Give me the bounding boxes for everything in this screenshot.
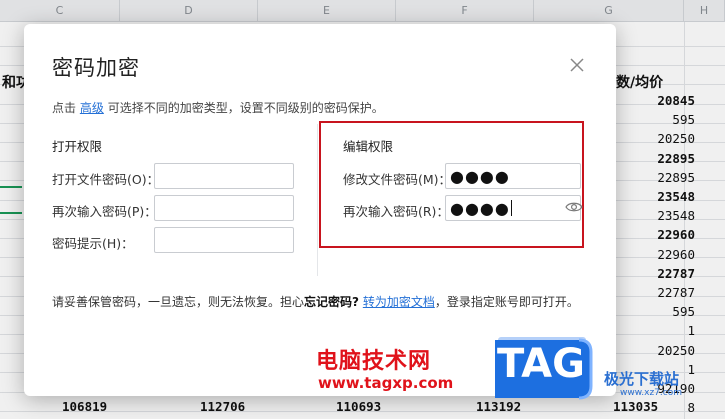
edit-confirm-value: ●●●● bbox=[450, 199, 510, 218]
convert-encrypted-doc-link[interactable]: 转为加密文档 bbox=[363, 295, 435, 309]
close-button[interactable] bbox=[566, 54, 588, 76]
open-confirm-input[interactable] bbox=[154, 195, 294, 221]
watermark-url: www.tagxp.com bbox=[318, 374, 454, 392]
dialog-title: 密码加密 bbox=[52, 56, 140, 80]
footer-suffix: ，登录指定账号即可打开。 bbox=[434, 295, 579, 309]
footer-warning: 请妥善保管密码，一旦遗忘，则无法恢复。担心忘记密码? 转为加密文档，登录指定账号… bbox=[52, 293, 579, 310]
watermark-site-name: 电脑技术网 bbox=[316, 349, 432, 374]
edit-password-label: 修改文件密码(M)： bbox=[343, 172, 452, 187]
edit-confirm-input[interactable]: ●●●● bbox=[445, 195, 581, 221]
edit-permission-title: 编辑权限 bbox=[343, 139, 394, 154]
watermark-download-site: 极光下载站 bbox=[604, 370, 680, 388]
open-password-input[interactable] bbox=[154, 163, 294, 189]
watermark-download-url: www.xz7.com bbox=[620, 388, 682, 398]
edit-password-input[interactable]: ●●●● bbox=[445, 163, 581, 189]
show-password-toggle[interactable] bbox=[565, 199, 583, 213]
close-icon bbox=[570, 58, 584, 72]
edit-confirm-label: 再次输入密码(R)： bbox=[343, 204, 449, 219]
footer-prefix: 请妥善保管密码，一旦遗忘，则无法恢复。担心 bbox=[52, 295, 305, 309]
edit-password-value: ●●●● bbox=[450, 167, 510, 186]
section-divider bbox=[317, 124, 318, 276]
hint-prefix: 点击 bbox=[52, 101, 77, 115]
advanced-hint: 点击 高级 可选择不同的加密类型，设置不同级别的密码保护。 bbox=[52, 99, 384, 116]
eye-icon bbox=[565, 202, 583, 212]
forget-password-text: 忘记密码? bbox=[304, 295, 359, 309]
password-hint-input[interactable] bbox=[154, 227, 294, 253]
text-caret bbox=[510, 200, 512, 216]
open-confirm-label: 再次输入密码(P)： bbox=[52, 204, 157, 219]
password-hint-label: 密码提示(H)： bbox=[52, 236, 134, 251]
hint-suffix: 可选择不同的加密类型，设置不同级别的密码保护。 bbox=[107, 101, 384, 115]
tag-logo-text: TAG bbox=[497, 341, 585, 387]
open-permission-title: 打开权限 bbox=[52, 139, 103, 154]
open-password-label: 打开文件密码(O)： bbox=[52, 172, 160, 187]
advanced-link[interactable]: 高级 bbox=[80, 101, 104, 115]
